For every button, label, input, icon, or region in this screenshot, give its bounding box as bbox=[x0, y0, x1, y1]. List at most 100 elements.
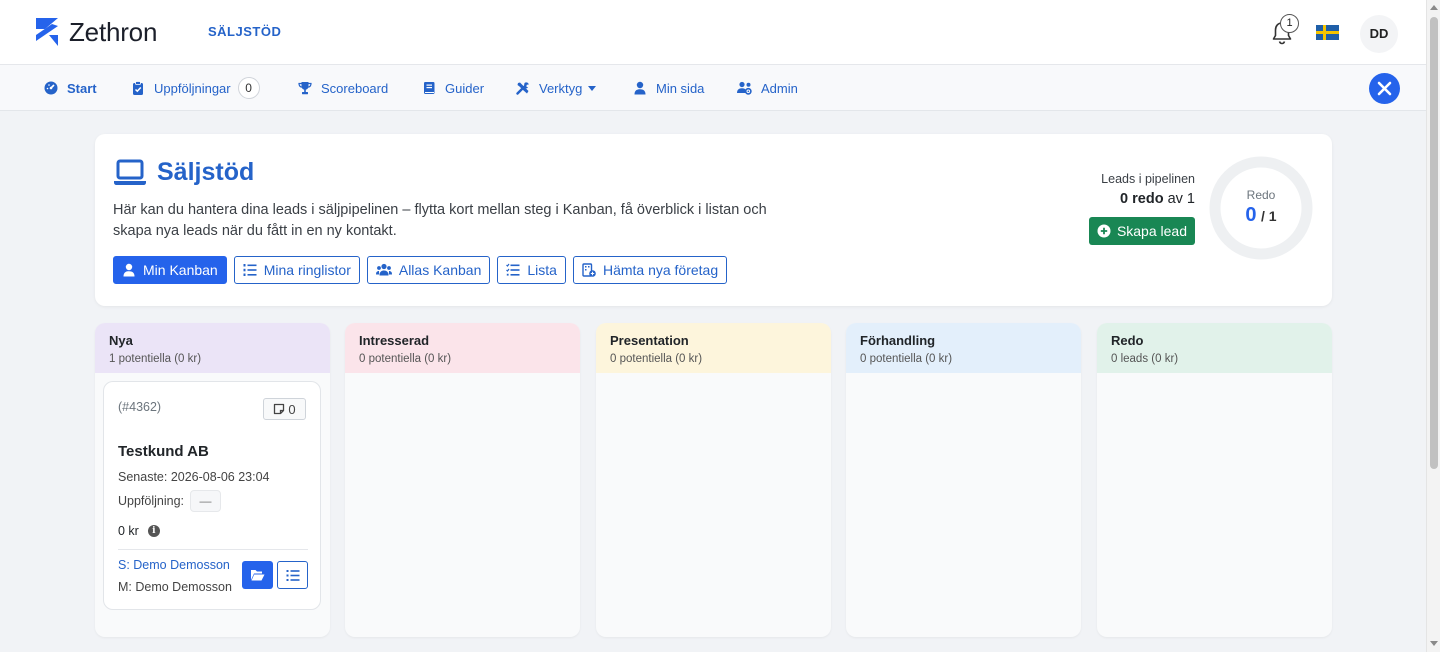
swedish-flag-icon[interactable] bbox=[1316, 25, 1339, 40]
user-icon bbox=[123, 263, 135, 277]
notes-count: 0 bbox=[288, 401, 296, 417]
notes-button[interactable]: 0 bbox=[263, 398, 306, 420]
zethron-logo-icon bbox=[36, 18, 58, 46]
nav-label: Verktyg bbox=[539, 80, 583, 96]
column-summary: 1 potentiella (0 kr) bbox=[109, 353, 202, 365]
column-header: Förhandling 0 potentiella (0 kr) bbox=[846, 323, 1081, 373]
list-ol-icon bbox=[286, 570, 300, 581]
followup-value[interactable]: — bbox=[190, 490, 222, 512]
min-kanban-button[interactable]: Min Kanban bbox=[113, 256, 227, 284]
nav-item-verktyg[interactable]: Verktyg bbox=[516, 65, 597, 111]
top-header: Zethron SÄLJSTÖD bbox=[0, 0, 1426, 65]
lista-button[interactable]: Lista bbox=[497, 256, 566, 284]
nav-item-guider[interactable]: Guider bbox=[422, 65, 484, 111]
folder-open-icon bbox=[251, 570, 265, 581]
kanban-column-nya[interactable]: Nya 1 potentiella (0 kr) (#4362) 0 Testk… bbox=[95, 323, 330, 637]
nav-item-start[interactable]: Start bbox=[44, 65, 97, 111]
create-lead-button[interactable]: Skapa lead bbox=[1088, 217, 1195, 245]
list-ol-icon bbox=[243, 264, 257, 276]
kanban-column-redo[interactable]: Redo 0 leads (0 kr) bbox=[1097, 323, 1332, 637]
tools-icon bbox=[516, 82, 529, 95]
lead-manager: M: Demo Demosson bbox=[118, 580, 232, 594]
sticky-note-icon bbox=[274, 403, 285, 415]
nav-label: Scoreboard bbox=[321, 80, 389, 96]
scroll-down-arrow-icon[interactable] bbox=[1430, 641, 1438, 646]
page-title-text: Säljstöd bbox=[157, 158, 255, 186]
nav-item-uppfoljningar[interactable]: Uppföljningar 0 bbox=[131, 65, 260, 111]
close-button[interactable] bbox=[1369, 73, 1400, 104]
button-label: Skapa lead bbox=[1116, 223, 1187, 239]
pipeline-label: Leads i pipelinen bbox=[1101, 172, 1195, 186]
trophy-icon bbox=[298, 82, 312, 95]
info-icon[interactable]: i bbox=[147, 525, 160, 537]
lead-followup: Uppföljning: — bbox=[118, 490, 222, 512]
allas-kanban-button[interactable]: Allas Kanban bbox=[366, 256, 491, 284]
page-scrollbar[interactable] bbox=[1426, 0, 1440, 652]
ring-ready-value: 0 bbox=[1245, 204, 1257, 226]
lead-card[interactable]: (#4362) 0 Testkund AB Senaste: 2026-08-0… bbox=[103, 381, 321, 610]
gauge-icon bbox=[44, 81, 58, 95]
column-summary: 0 potentiella (0 kr) bbox=[860, 353, 953, 365]
column-header: Nya 1 potentiella (0 kr) bbox=[95, 323, 330, 373]
list-check-icon bbox=[506, 263, 520, 276]
user-icon bbox=[634, 81, 646, 95]
notification-badge: 1 bbox=[1280, 14, 1299, 33]
app-title[interactable]: SÄLJSTÖD bbox=[208, 24, 281, 39]
nav-label: Uppföljningar bbox=[154, 80, 231, 96]
kanban-column-forhandling[interactable]: Förhandling 0 potentiella (0 kr) bbox=[846, 323, 1081, 637]
avatar[interactable]: DD bbox=[1360, 15, 1398, 53]
pipeline-ready-count: 0 redo bbox=[1120, 191, 1164, 207]
main-nav: Start Uppföljningar 0 Scoreboard Guider … bbox=[0, 65, 1426, 111]
logo-text: Zethron bbox=[69, 16, 158, 47]
open-folder-button[interactable] bbox=[242, 561, 273, 589]
logo[interactable]: Zethron bbox=[32, 15, 157, 49]
lead-seller[interactable]: S: Demo Demosson bbox=[118, 558, 230, 572]
chevron-down-icon bbox=[588, 85, 597, 91]
nav-item-scoreboard[interactable]: Scoreboard bbox=[298, 65, 388, 111]
button-label: Min Kanban bbox=[143, 262, 218, 278]
column-summary: 0 potentiella (0 kr) bbox=[359, 353, 452, 365]
scroll-thumb[interactable] bbox=[1430, 17, 1438, 469]
followup-count-badge: 0 bbox=[237, 77, 260, 99]
ring-label: Redo bbox=[1246, 188, 1276, 202]
button-label: Allas Kanban bbox=[398, 262, 482, 278]
laptop-icon bbox=[114, 159, 146, 185]
kanban-column-intresserad[interactable]: Intresserad 0 potentiella (0 kr) bbox=[345, 323, 580, 637]
close-icon bbox=[1377, 81, 1392, 96]
hamta-nya-foretag-button[interactable]: Hämta nya företag bbox=[572, 256, 728, 284]
lead-id: (#4362) bbox=[118, 400, 162, 414]
building-plus-icon bbox=[582, 263, 596, 277]
mina-ringlistor-button[interactable]: Mina ringlistor bbox=[233, 256, 360, 284]
lead-company-name[interactable]: Testkund AB bbox=[118, 443, 209, 460]
column-name: Intresserad bbox=[359, 333, 430, 348]
plus-circle-icon bbox=[1097, 224, 1111, 238]
nav-item-min-sida[interactable]: Min sida bbox=[633, 65, 704, 111]
ring-value: 0 / 1 bbox=[1209, 204, 1313, 227]
view-switcher: Min Kanban Mina ringlistor Allas Kanban … bbox=[113, 256, 734, 284]
lead-amount: 0 kr i bbox=[118, 524, 160, 538]
lead-last-activity: Senaste: 2026-08-06 23:04 bbox=[118, 470, 270, 484]
nav-label: Start bbox=[67, 80, 97, 96]
divider bbox=[118, 549, 308, 550]
users-cog-icon bbox=[737, 81, 752, 95]
nav-label: Guider bbox=[445, 80, 485, 96]
button-label: Lista bbox=[527, 262, 557, 278]
kanban-column-presentation[interactable]: Presentation 0 potentiella (0 kr) bbox=[596, 323, 831, 637]
clipboard-check-icon bbox=[133, 81, 143, 95]
column-name: Förhandling bbox=[860, 333, 936, 348]
book-icon bbox=[424, 82, 435, 94]
column-header: Redo 0 leads (0 kr) bbox=[1097, 323, 1332, 373]
followup-label: Uppföljning: bbox=[118, 494, 185, 508]
nav-label: Min sida bbox=[656, 80, 705, 96]
hero-card: Säljstöd Här kan du hantera dina leads i… bbox=[95, 134, 1332, 306]
page-description: Här kan du hantera dina leads i säljpipe… bbox=[113, 202, 767, 239]
column-summary: 0 leads (0 kr) bbox=[1111, 353, 1179, 365]
lead-amount-value: 0 kr bbox=[118, 524, 139, 538]
scroll-up-arrow-icon[interactable] bbox=[1430, 5, 1438, 10]
column-name: Redo bbox=[1111, 333, 1144, 348]
nav-label: Admin bbox=[761, 80, 798, 96]
nav-item-admin[interactable]: Admin bbox=[736, 65, 798, 111]
call-list-button[interactable] bbox=[277, 561, 308, 589]
page-title: Säljstöd bbox=[113, 158, 254, 187]
column-name: Presentation bbox=[610, 333, 689, 348]
